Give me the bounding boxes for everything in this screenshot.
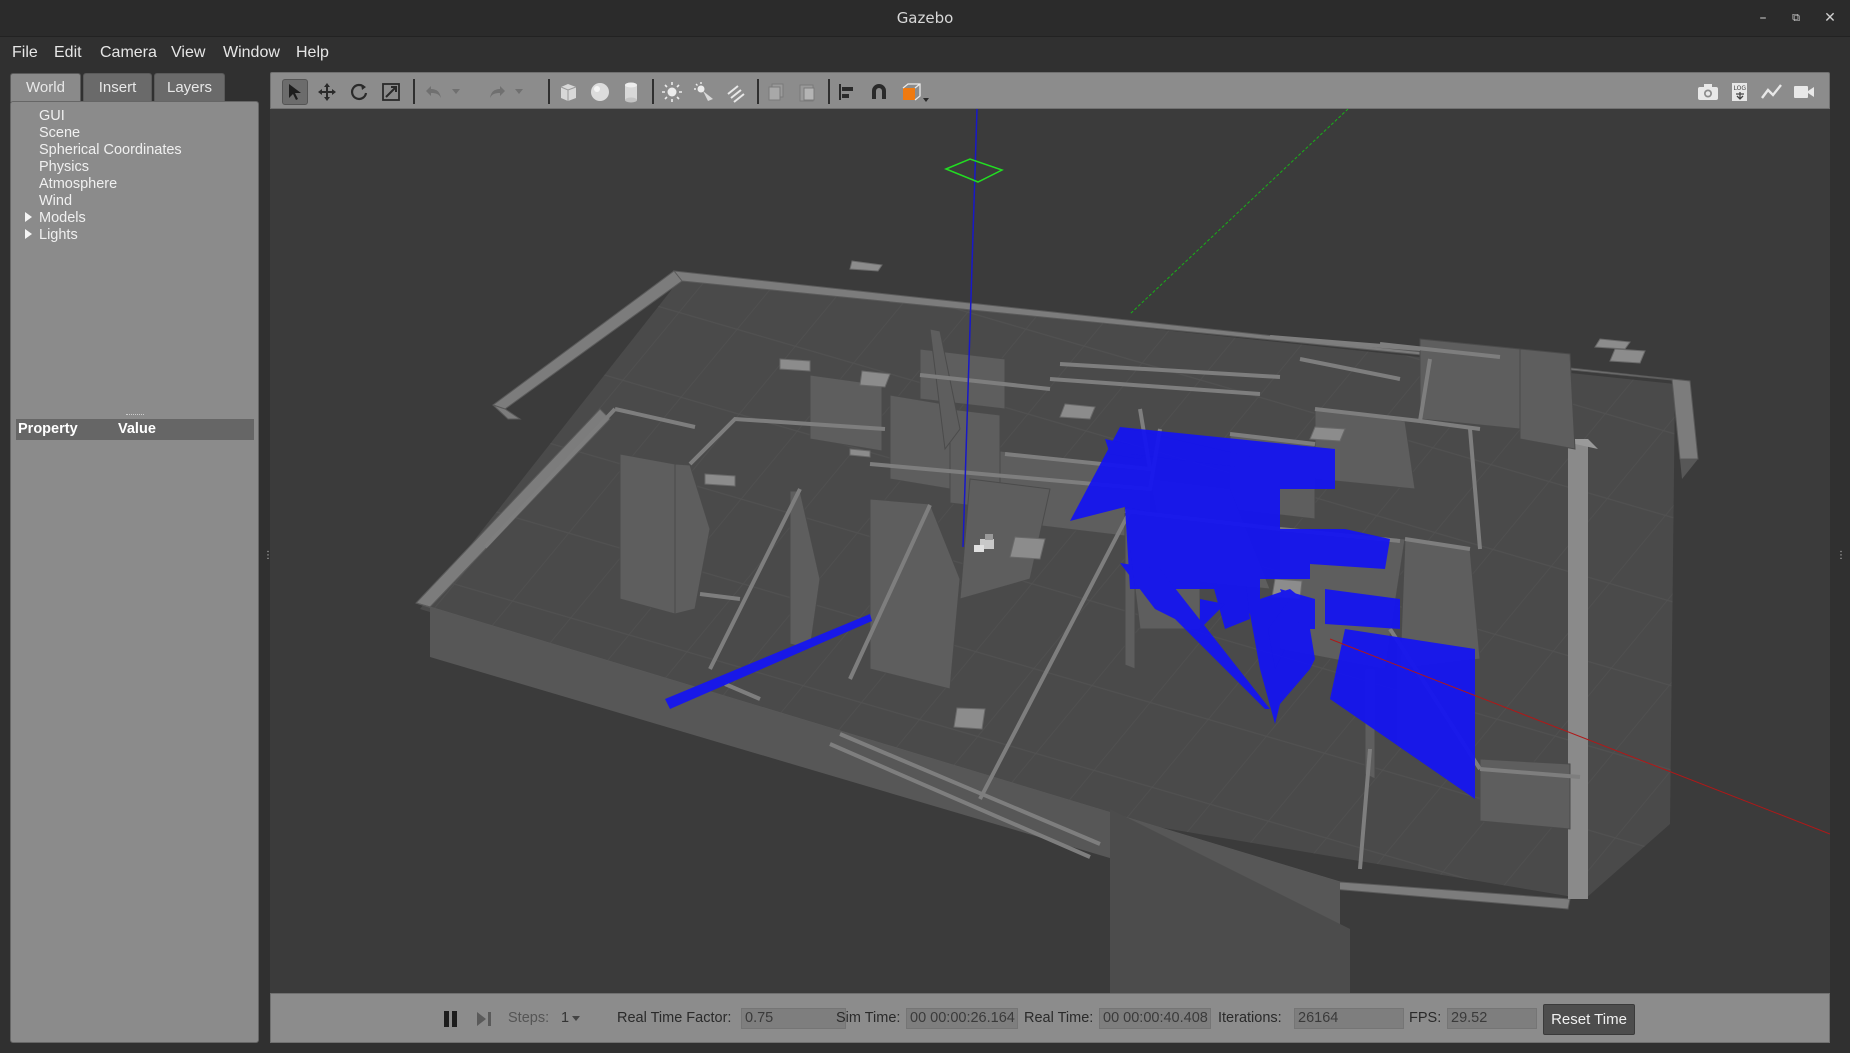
- property-table-header: Property Value: [16, 419, 254, 440]
- sim-time-field: 00 00:00:26.164: [906, 1008, 1018, 1029]
- steps-label: Steps:: [508, 1010, 550, 1026]
- maximize-icon[interactable]: ⧉: [1786, 8, 1806, 28]
- iterations-label: Iterations:: [1218, 1010, 1282, 1026]
- box-icon[interactable]: [555, 79, 581, 105]
- menu-camera[interactable]: Camera: [100, 41, 157, 65]
- scene-render: [270, 109, 1830, 993]
- point-light-icon[interactable]: [659, 79, 685, 105]
- plot-icon[interactable]: [1759, 79, 1785, 105]
- tree-item-physics[interactable]: Physics: [39, 159, 89, 176]
- real-time-factor-label: Real Time Factor:: [617, 1010, 732, 1026]
- iterations-field: 26164: [1294, 1008, 1404, 1029]
- tab-layers[interactable]: Layers: [154, 73, 225, 101]
- tree-item-wind[interactable]: Wind: [39, 193, 72, 210]
- snap-magnet-icon[interactable]: [866, 79, 892, 105]
- directional-light-icon[interactable]: [723, 79, 749, 105]
- copy-icon[interactable]: [763, 79, 789, 105]
- tree-item-atmosphere[interactable]: Atmosphere: [39, 176, 117, 193]
- steps-value[interactable]: 1: [561, 1010, 569, 1026]
- toolbar-separator: [828, 79, 830, 104]
- tab-world[interactable]: World: [10, 73, 81, 102]
- reset-time-button[interactable]: Reset Time: [1543, 1004, 1635, 1035]
- toolbar-separator: [413, 79, 415, 104]
- pause-icon[interactable]: [441, 1008, 461, 1030]
- menu-file[interactable]: File: [12, 41, 38, 65]
- step-forward-icon[interactable]: [474, 1008, 494, 1030]
- right-splitter-handle[interactable]: ⋮: [1836, 550, 1846, 564]
- tab-insert[interactable]: Insert: [83, 73, 152, 101]
- value-column-header: Value: [118, 421, 156, 437]
- undo-icon[interactable]: [421, 79, 447, 105]
- world-panel: GUI Scene Spherical Coordinates Physics …: [10, 101, 259, 1043]
- rotate-icon[interactable]: [346, 79, 372, 105]
- screenshot-camera-icon[interactable]: [1695, 79, 1721, 105]
- undo-dropdown-icon[interactable]: [449, 79, 463, 105]
- redo-icon[interactable]: [484, 79, 510, 105]
- scale-icon[interactable]: [378, 79, 404, 105]
- menu-edit[interactable]: Edit: [54, 41, 82, 65]
- menu-help[interactable]: Help: [296, 41, 329, 65]
- expand-arrow-icon[interactable]: [25, 229, 32, 239]
- toolbar-separator: [652, 79, 654, 104]
- menu-view[interactable]: View: [171, 41, 205, 65]
- toolbar: LOG: [270, 72, 1830, 109]
- tree-item-spherical-coordinates[interactable]: Spherical Coordinates: [39, 142, 182, 159]
- cylinder-icon[interactable]: [618, 79, 644, 105]
- select-arrow-icon[interactable]: [282, 79, 308, 105]
- fps-field: 29.52: [1447, 1008, 1537, 1029]
- view-angle-icon[interactable]: [898, 79, 932, 105]
- tree-item-models[interactable]: Models: [39, 210, 86, 227]
- spot-light-icon[interactable]: [691, 79, 717, 105]
- sphere-icon[interactable]: [587, 79, 613, 105]
- svg-text:LOG: LOG: [1734, 85, 1747, 92]
- time-panel: Steps: 1 Real Time Factor: 0.75 Sim Time…: [270, 993, 1830, 1043]
- expand-arrow-icon[interactable]: [25, 212, 32, 222]
- property-column-header: Property: [18, 421, 78, 437]
- record-video-icon[interactable]: [1791, 79, 1817, 105]
- tree-item-lights[interactable]: Lights: [39, 227, 78, 244]
- align-icon[interactable]: [834, 79, 860, 105]
- tree-item-scene[interactable]: Scene: [39, 125, 80, 142]
- real-time-label: Real Time:: [1024, 1010, 1094, 1026]
- left-splitter-handle[interactable]: ⋮: [263, 550, 273, 564]
- real-time-field: 00 00:00:40.408: [1099, 1008, 1211, 1029]
- close-icon[interactable]: ✕: [1820, 8, 1840, 28]
- fps-label: FPS:: [1409, 1010, 1442, 1026]
- steps-dropdown-icon[interactable]: [572, 1016, 580, 1022]
- gazebo-window: Gazebo – ⧉ ✕ File Edit Camera View Windo…: [0, 0, 1850, 1053]
- log-icon[interactable]: LOG: [1727, 79, 1753, 105]
- paste-icon[interactable]: [794, 79, 820, 105]
- translate-icon[interactable]: [314, 79, 340, 105]
- window-title: Gazebo: [896, 9, 954, 27]
- real-time-factor-field: 0.75: [741, 1008, 846, 1029]
- toolbar-separator: [548, 79, 550, 104]
- tree-item-gui[interactable]: GUI: [39, 108, 65, 125]
- redo-dropdown-icon[interactable]: [512, 79, 526, 105]
- menu-window[interactable]: Window: [223, 41, 280, 65]
- minimize-icon[interactable]: –: [1753, 8, 1773, 28]
- sim-time-label: Sim Time:: [836, 1010, 901, 1026]
- splitter-handle[interactable]: [126, 414, 144, 416]
- menu-bar: File Edit Camera View Window Help: [0, 37, 1850, 69]
- toolbar-separator: [757, 79, 759, 104]
- title-bar: Gazebo – ⧉ ✕: [0, 0, 1850, 37]
- 3d-viewport[interactable]: [270, 109, 1830, 993]
